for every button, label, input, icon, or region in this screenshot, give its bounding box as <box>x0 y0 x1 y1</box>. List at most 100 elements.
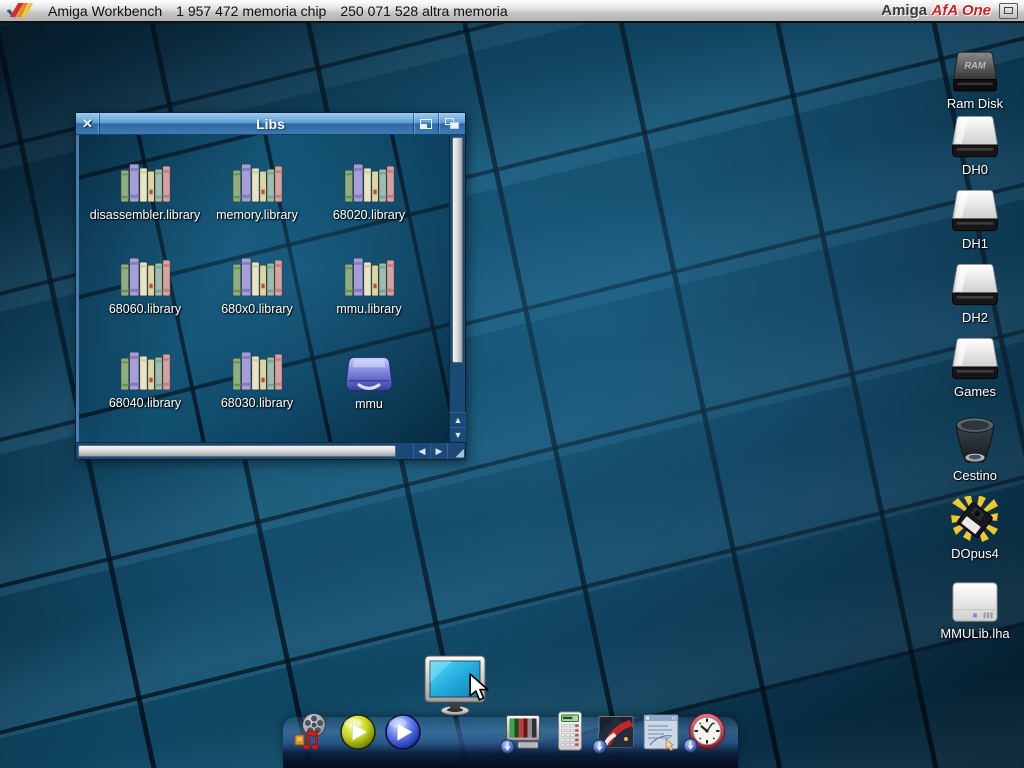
commodity-badge-icon <box>500 739 515 754</box>
icon-label: Ram Disk <box>947 96 1003 111</box>
library-books-icon <box>119 161 171 206</box>
depth-gadget[interactable] <box>438 113 465 134</box>
file-icon-68060-library[interactable]: 68060.library <box>89 255 201 349</box>
icon-label: Games <box>954 384 996 399</box>
amiga-workbench-screen: Amiga Workbench 1 957 472 memoria chip 2… <box>0 0 1024 768</box>
hard-drive-icon <box>947 262 1003 308</box>
resize-gadget[interactable]: ◢ <box>447 443 465 459</box>
trash-can-icon <box>952 416 998 466</box>
chip-memory-label: 1 957 472 memoria chip <box>176 3 326 19</box>
file-icon-disassembler-library[interactable]: disassembler.library <box>89 161 201 255</box>
library-books-icon <box>343 255 395 300</box>
file-label: 680x0.library <box>221 302 293 316</box>
dock-item-image-viewer[interactable] <box>596 712 636 752</box>
commodity-badge-icon <box>592 739 607 754</box>
hard-drive-icon <box>947 114 1003 160</box>
depth-icon <box>445 118 459 129</box>
library-books-icon <box>343 161 395 206</box>
icon-label: Cestino <box>953 468 997 483</box>
media-play-yellow-icon <box>338 712 378 752</box>
prefs-window-icon <box>641 712 681 752</box>
horizontal-scrollbar[interactable] <box>76 443 413 459</box>
icon-label: DH0 <box>962 162 988 177</box>
libs-window-content[interactable]: disassembler.library memory.library 6802… <box>79 135 449 442</box>
file-icon-68030-library[interactable]: 68030.library <box>201 349 313 442</box>
library-books-icon <box>231 255 283 300</box>
file-label: 68040.library <box>109 396 181 410</box>
arrow-down-icon: ▼ <box>454 430 463 440</box>
hard-drive-icon <box>947 188 1003 234</box>
brand-name-label: AfA One <box>932 2 991 19</box>
resize-icon: ◢ <box>456 446 464 459</box>
arrow-right-icon: ▶ <box>436 446 443 457</box>
dock-item-calculator[interactable] <box>551 710 589 752</box>
library-books-icon <box>231 161 283 206</box>
media-play-blue-icon <box>383 712 423 752</box>
file-label: 68030.library <box>221 396 293 410</box>
icon-label: DOpus4 <box>951 546 999 561</box>
file-label: 68020.library <box>333 208 405 222</box>
mouse-cursor-icon <box>468 673 493 702</box>
file-label: mmu.library <box>336 302 401 316</box>
menubar-title: Amiga Workbench <box>48 3 162 19</box>
library-books-icon <box>231 349 283 394</box>
desktop-icon-ram-disk[interactable]: Ram Disk <box>923 50 1024 111</box>
close-gadget[interactable]: ✕ <box>76 113 100 134</box>
file-icon-memory-library[interactable]: memory.library <box>201 161 313 255</box>
library-books-icon <box>119 349 171 394</box>
file-label: memory.library <box>216 208 298 222</box>
other-memory-label: 250 071 528 altra memoria <box>340 3 507 19</box>
ram-disk-icon <box>948 50 1002 94</box>
dock-item-screen-test[interactable] <box>504 712 544 752</box>
archive-box-icon <box>950 580 1000 624</box>
amiga-logo-icon <box>6 1 34 20</box>
file-icon-mmu[interactable]: mmu <box>313 349 425 442</box>
dock-item-multimedia-player[interactable] <box>292 712 332 752</box>
horizontal-scroll-thumb[interactable] <box>78 445 396 457</box>
zoom-gadget[interactable] <box>413 113 438 134</box>
library-books-icon <box>119 255 171 300</box>
close-icon: ✕ <box>82 117 93 130</box>
desktop-icon-games[interactable]: Games <box>923 336 1024 399</box>
libs-window-titlebar[interactable]: ✕ Libs <box>76 113 465 135</box>
zoom-icon <box>420 119 432 129</box>
scroll-right-button[interactable]: ▶ <box>430 443 447 459</box>
scroll-up-button[interactable]: ▲ <box>450 412 466 427</box>
multimedia-player-icon <box>292 712 332 752</box>
commodity-badge-icon <box>683 738 698 753</box>
desktop-icon-dh1[interactable]: DH1 <box>923 188 1024 251</box>
file-label: 68060.library <box>109 302 181 316</box>
file-icon-68020-library[interactable]: 68020.library <box>313 161 425 255</box>
dock-item-prefs-window[interactable] <box>641 712 681 752</box>
dopus-disk-icon <box>949 496 1001 544</box>
icon-label: MMULib.lha <box>940 626 1009 641</box>
desktop-icon-dopus4[interactable]: DOpus4 <box>923 496 1024 561</box>
file-icon-mmu-library[interactable]: mmu.library <box>313 255 425 349</box>
brand-prefix-label: Amiga <box>881 2 927 19</box>
screen-depth-icon <box>1004 7 1013 14</box>
dock-item-play-yellow[interactable] <box>338 712 378 752</box>
screen-depth-gadget[interactable] <box>999 3 1018 19</box>
desktop-icon-dh2[interactable]: DH2 <box>923 262 1024 325</box>
desktop-icon-mmulib-lha[interactable]: MMULib.lha <box>923 580 1024 641</box>
file-icon-680x0-library[interactable]: 680x0.library <box>201 255 313 349</box>
blue-drive-icon <box>344 353 394 395</box>
desktop-icon-dh0[interactable]: DH0 <box>923 114 1024 177</box>
libs-window[interactable]: ✕ Libs disassembler.library memory.libra… <box>75 112 466 460</box>
desktop-icon-cestino[interactable]: Cestino <box>923 416 1024 483</box>
scroll-down-button[interactable]: ▼ <box>450 427 466 442</box>
menubar[interactable]: Amiga Workbench 1 957 472 memoria chip 2… <box>0 0 1024 23</box>
arrow-left-icon: ◀ <box>419 446 426 457</box>
vertical-scroll-thumb[interactable] <box>452 137 463 363</box>
icon-label: DH2 <box>962 310 988 325</box>
file-label: disassembler.library <box>90 208 200 222</box>
file-icon-68040-library[interactable]: 68040.library <box>89 349 201 442</box>
calculator-icon <box>551 710 589 752</box>
scroll-left-button[interactable]: ◀ <box>413 443 430 459</box>
file-label: mmu <box>355 397 383 411</box>
dock-item-clock[interactable] <box>687 711 727 751</box>
dock-item-play-blue[interactable] <box>383 712 423 752</box>
arrow-up-icon: ▲ <box>454 415 463 425</box>
vertical-scrollbar[interactable]: ▲ ▼ <box>449 135 465 442</box>
hard-drive-icon <box>947 336 1003 382</box>
